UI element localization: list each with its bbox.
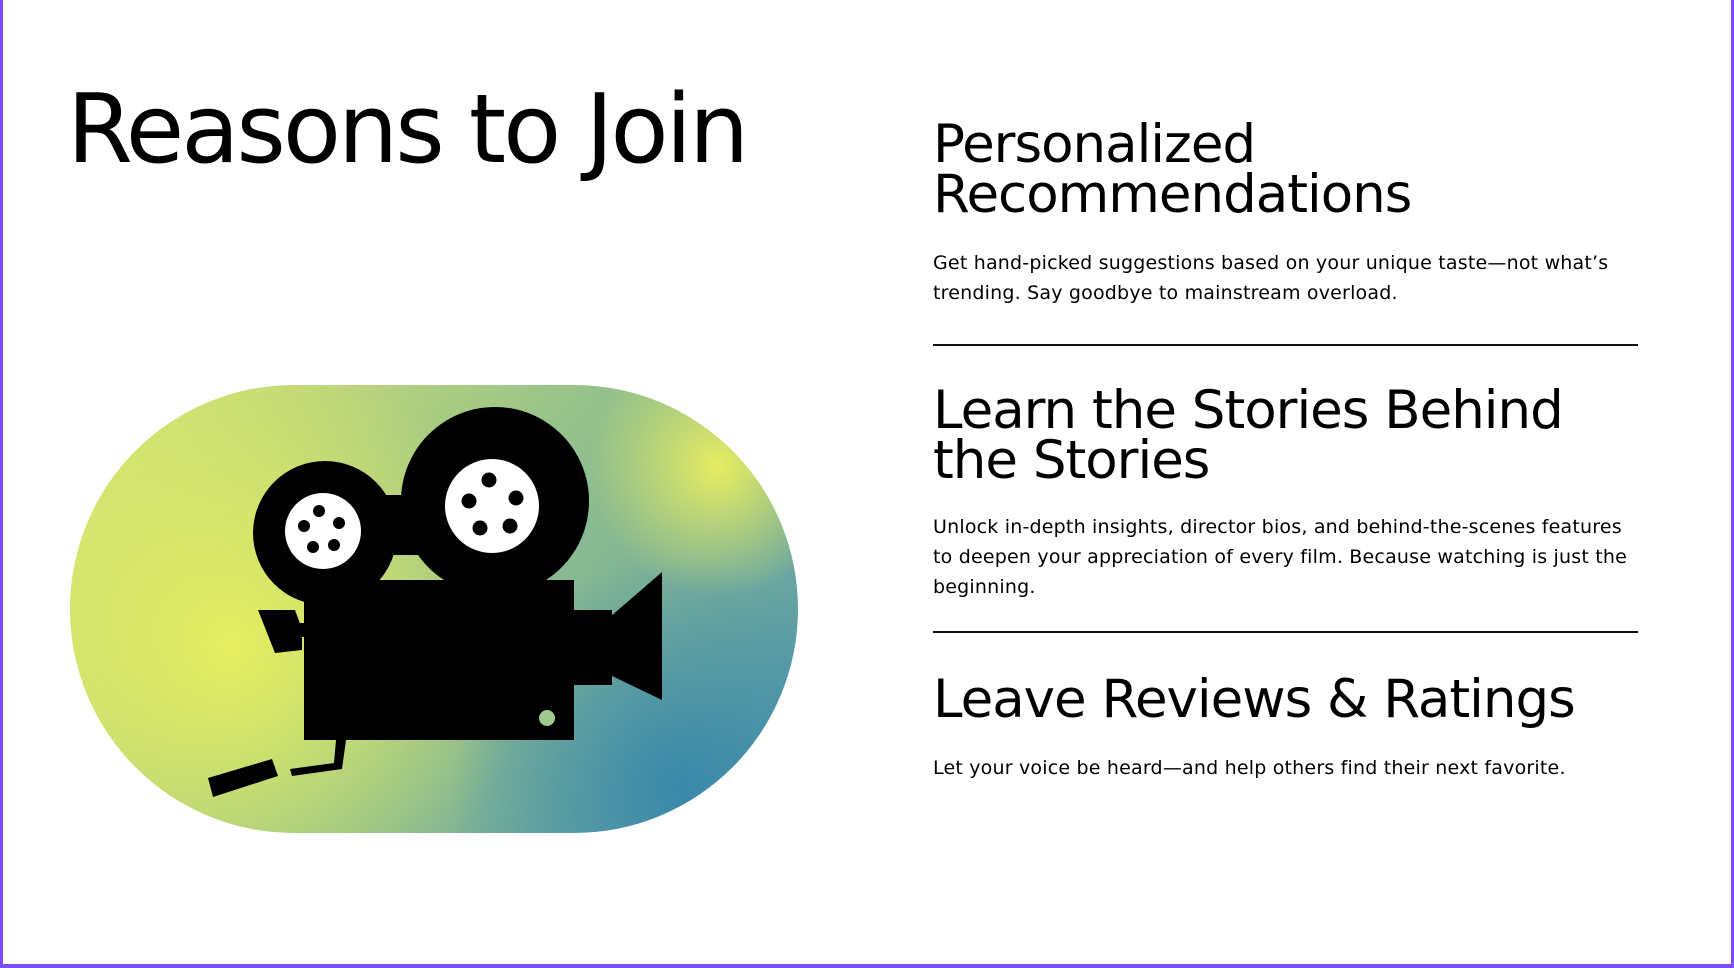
feature-text-recommendations: Get hand-picked suggestions based on you… [933, 252, 1609, 304]
feature-title-recommendations: Personalized Recommendations [933, 114, 1412, 225]
feature-title-stories: Learn the Stories Behind the Stories [933, 380, 1564, 491]
page-frame: Reasons to Join Personalized Recommendat… [0, 0, 1734, 968]
movie-camera-icon [208, 407, 662, 797]
feature-text-reviews: Let your voice be heard—and help others … [933, 757, 1566, 779]
hero-image [70, 385, 798, 833]
divider [933, 344, 1638, 346]
page-title: Reasons to Join [67, 75, 749, 185]
feature-text-stories: Unlock in-depth insights, director bios,… [933, 516, 1628, 598]
divider [933, 631, 1638, 633]
feature-title-reviews: Leave Reviews & Ratings [933, 669, 1576, 730]
